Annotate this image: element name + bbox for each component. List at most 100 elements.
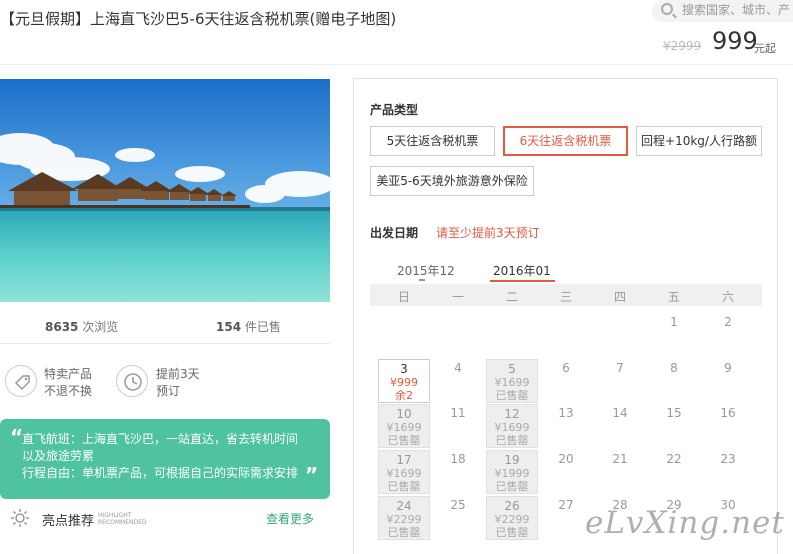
calendar-day: 16 (702, 404, 754, 448)
calendar-day: 4 (432, 359, 484, 403)
day-number: 15 (666, 406, 682, 420)
calendar-day: 9 (702, 359, 754, 403)
day-status: 已售罄 (495, 389, 529, 402)
feature-line: 提前3天 (156, 367, 200, 381)
original-price: ¥2999 (663, 39, 702, 53)
calendar-day: 26 ¥2299 已售罄 (486, 496, 538, 540)
day-number: 10 (396, 407, 412, 421)
day-number: 4 (454, 361, 462, 375)
bulb-icon (10, 508, 30, 528)
view-more-link[interactable]: 查看更多 (266, 510, 314, 527)
search-input[interactable]: 搜索国家、城市、产 (652, 0, 793, 22)
day-number: 7 (616, 361, 624, 375)
day-number: 26 (504, 499, 520, 513)
option-travel-insurance[interactable]: 美亚5-6天境外旅游意外保险 (370, 166, 534, 196)
calendar-day: 21 (594, 450, 646, 494)
calendar-day: 8 (648, 359, 700, 403)
weekday-label: 四 (613, 290, 626, 304)
month-tab-prev[interactable]: 2015年12 (397, 262, 455, 281)
day-number: 25 (450, 498, 466, 512)
calendar-day: 22 (648, 450, 700, 494)
recommend-en-line: HIGHLIGHT (98, 512, 132, 519)
departure-date-title: 出发日期 (370, 226, 419, 240)
day-number: 3 (400, 362, 408, 376)
feature-line: 不退不换 (44, 384, 93, 398)
highlight-line: 行程自由：单机票产品，可根据自己的实际需求安排 (22, 466, 299, 480)
calendar-day: 10 ¥1699 已售罄 (378, 404, 430, 448)
feature-line: 特卖产品 (44, 367, 93, 381)
stats-divider (0, 343, 330, 344)
day-number: 6 (562, 361, 570, 375)
views-stat: 8635 次浏览 (45, 318, 118, 335)
option-5day-ticket[interactable]: 5天往返含税机票 (370, 126, 495, 156)
calendar-day: 14 (594, 404, 646, 448)
day-status: 已售罄 (387, 480, 421, 493)
calendar-day: 19 ¥1999 已售罄 (486, 450, 538, 494)
day-number: 13 (558, 406, 574, 420)
day-number: 23 (720, 452, 736, 466)
day-number: 18 (450, 452, 466, 466)
page-title: 【元旦假期】上海直飞沙巴5-6天往返含税机票(赠电子地图) (0, 10, 397, 28)
day-status: 已售罄 (495, 526, 529, 539)
day-status: 已售罄 (495, 480, 529, 493)
day-status: 已售罄 (495, 434, 529, 447)
calendar-day: 23 (702, 450, 754, 494)
tag-icon (5, 365, 37, 397)
search-placeholder: 搜索国家、城市、产 (682, 3, 791, 17)
day-number: 11 (450, 406, 466, 420)
day-price: ¥1699 (494, 421, 530, 434)
calendar-day: 11 (432, 404, 484, 448)
month-label: 2016年01 (493, 264, 551, 278)
recommend-title: 亮点推荐 (42, 514, 95, 529)
day-number: 12 (504, 407, 520, 421)
sold-count: 154 (216, 320, 242, 334)
calendar-day: 5 ¥1699 已售罄 (486, 359, 538, 403)
calendar-day: 18 (432, 450, 484, 494)
calendar-day: 1 (648, 313, 700, 357)
day-price: ¥1699 (494, 376, 530, 389)
views-label: 次浏览 (82, 320, 119, 334)
sold-label: 件已售 (244, 320, 281, 334)
weekday-label: 二 (505, 290, 518, 304)
day-price: ¥1699 (386, 421, 422, 434)
views-count: 8635 (45, 320, 79, 334)
highlight-line: 以及旅途劳累 (22, 449, 95, 463)
highlight-box: “ 直飞航班：上海直飞沙巴，一站直达，省去转机时间 以及旅途劳累 行程自由：单机… (0, 419, 330, 499)
day-number: 17 (396, 453, 412, 467)
day-number: 8 (670, 361, 678, 375)
weekday-label: 五 (667, 290, 680, 304)
search-icon[interactable] (661, 3, 673, 15)
day-number: 2 (724, 315, 732, 329)
recommend-en-line: RECOMMENDED (98, 519, 147, 526)
month-label: 2015年12 (397, 264, 455, 278)
day-number: 21 (612, 452, 628, 466)
day-number: 16 (720, 406, 736, 420)
calendar-day: 24 ¥2299 已售罄 (378, 496, 430, 540)
calendar-day: 12 ¥1699 已售罄 (486, 404, 538, 448)
product-type-title: 产品类型 (370, 103, 419, 117)
day-number: 1 (670, 315, 678, 329)
calendar-day: 25 (432, 496, 484, 540)
month-tab-current[interactable]: 2016年01 (490, 262, 555, 282)
weekday-label: 六 (721, 290, 734, 304)
clock-icon (116, 365, 148, 397)
booking-tip: 请至少提前3天预订 (436, 226, 540, 240)
product-photo[interactable] (0, 79, 330, 302)
month-indicator (419, 279, 425, 281)
calendar-day: 6 (540, 359, 592, 403)
weekday-label: 日 (397, 290, 410, 304)
day-number: 19 (504, 453, 520, 467)
day-number: 14 (612, 406, 628, 420)
day-price: ¥1999 (494, 467, 530, 480)
option-6day-ticket[interactable]: 6天往返含税机票 (503, 126, 628, 156)
recommend-subtitle: HIGHLIGHT RECOMMENDED (98, 512, 147, 526)
highlight-line: 直飞航班：上海直飞沙巴，一站直达，省去转机时间 (22, 432, 299, 446)
calendar-day[interactable]: 3 ¥999 余2 (378, 359, 430, 403)
calendar-day: 15 (648, 404, 700, 448)
day-number: 24 (396, 499, 412, 513)
feature-special-sale: 特卖产品 不退不换 (44, 366, 92, 400)
day-price: ¥2299 (494, 513, 530, 526)
calendar-day: 2 (702, 313, 754, 357)
calendar-day: 13 (540, 404, 592, 448)
option-return-baggage[interactable]: 回程+10kg/人行路额 (636, 126, 762, 156)
